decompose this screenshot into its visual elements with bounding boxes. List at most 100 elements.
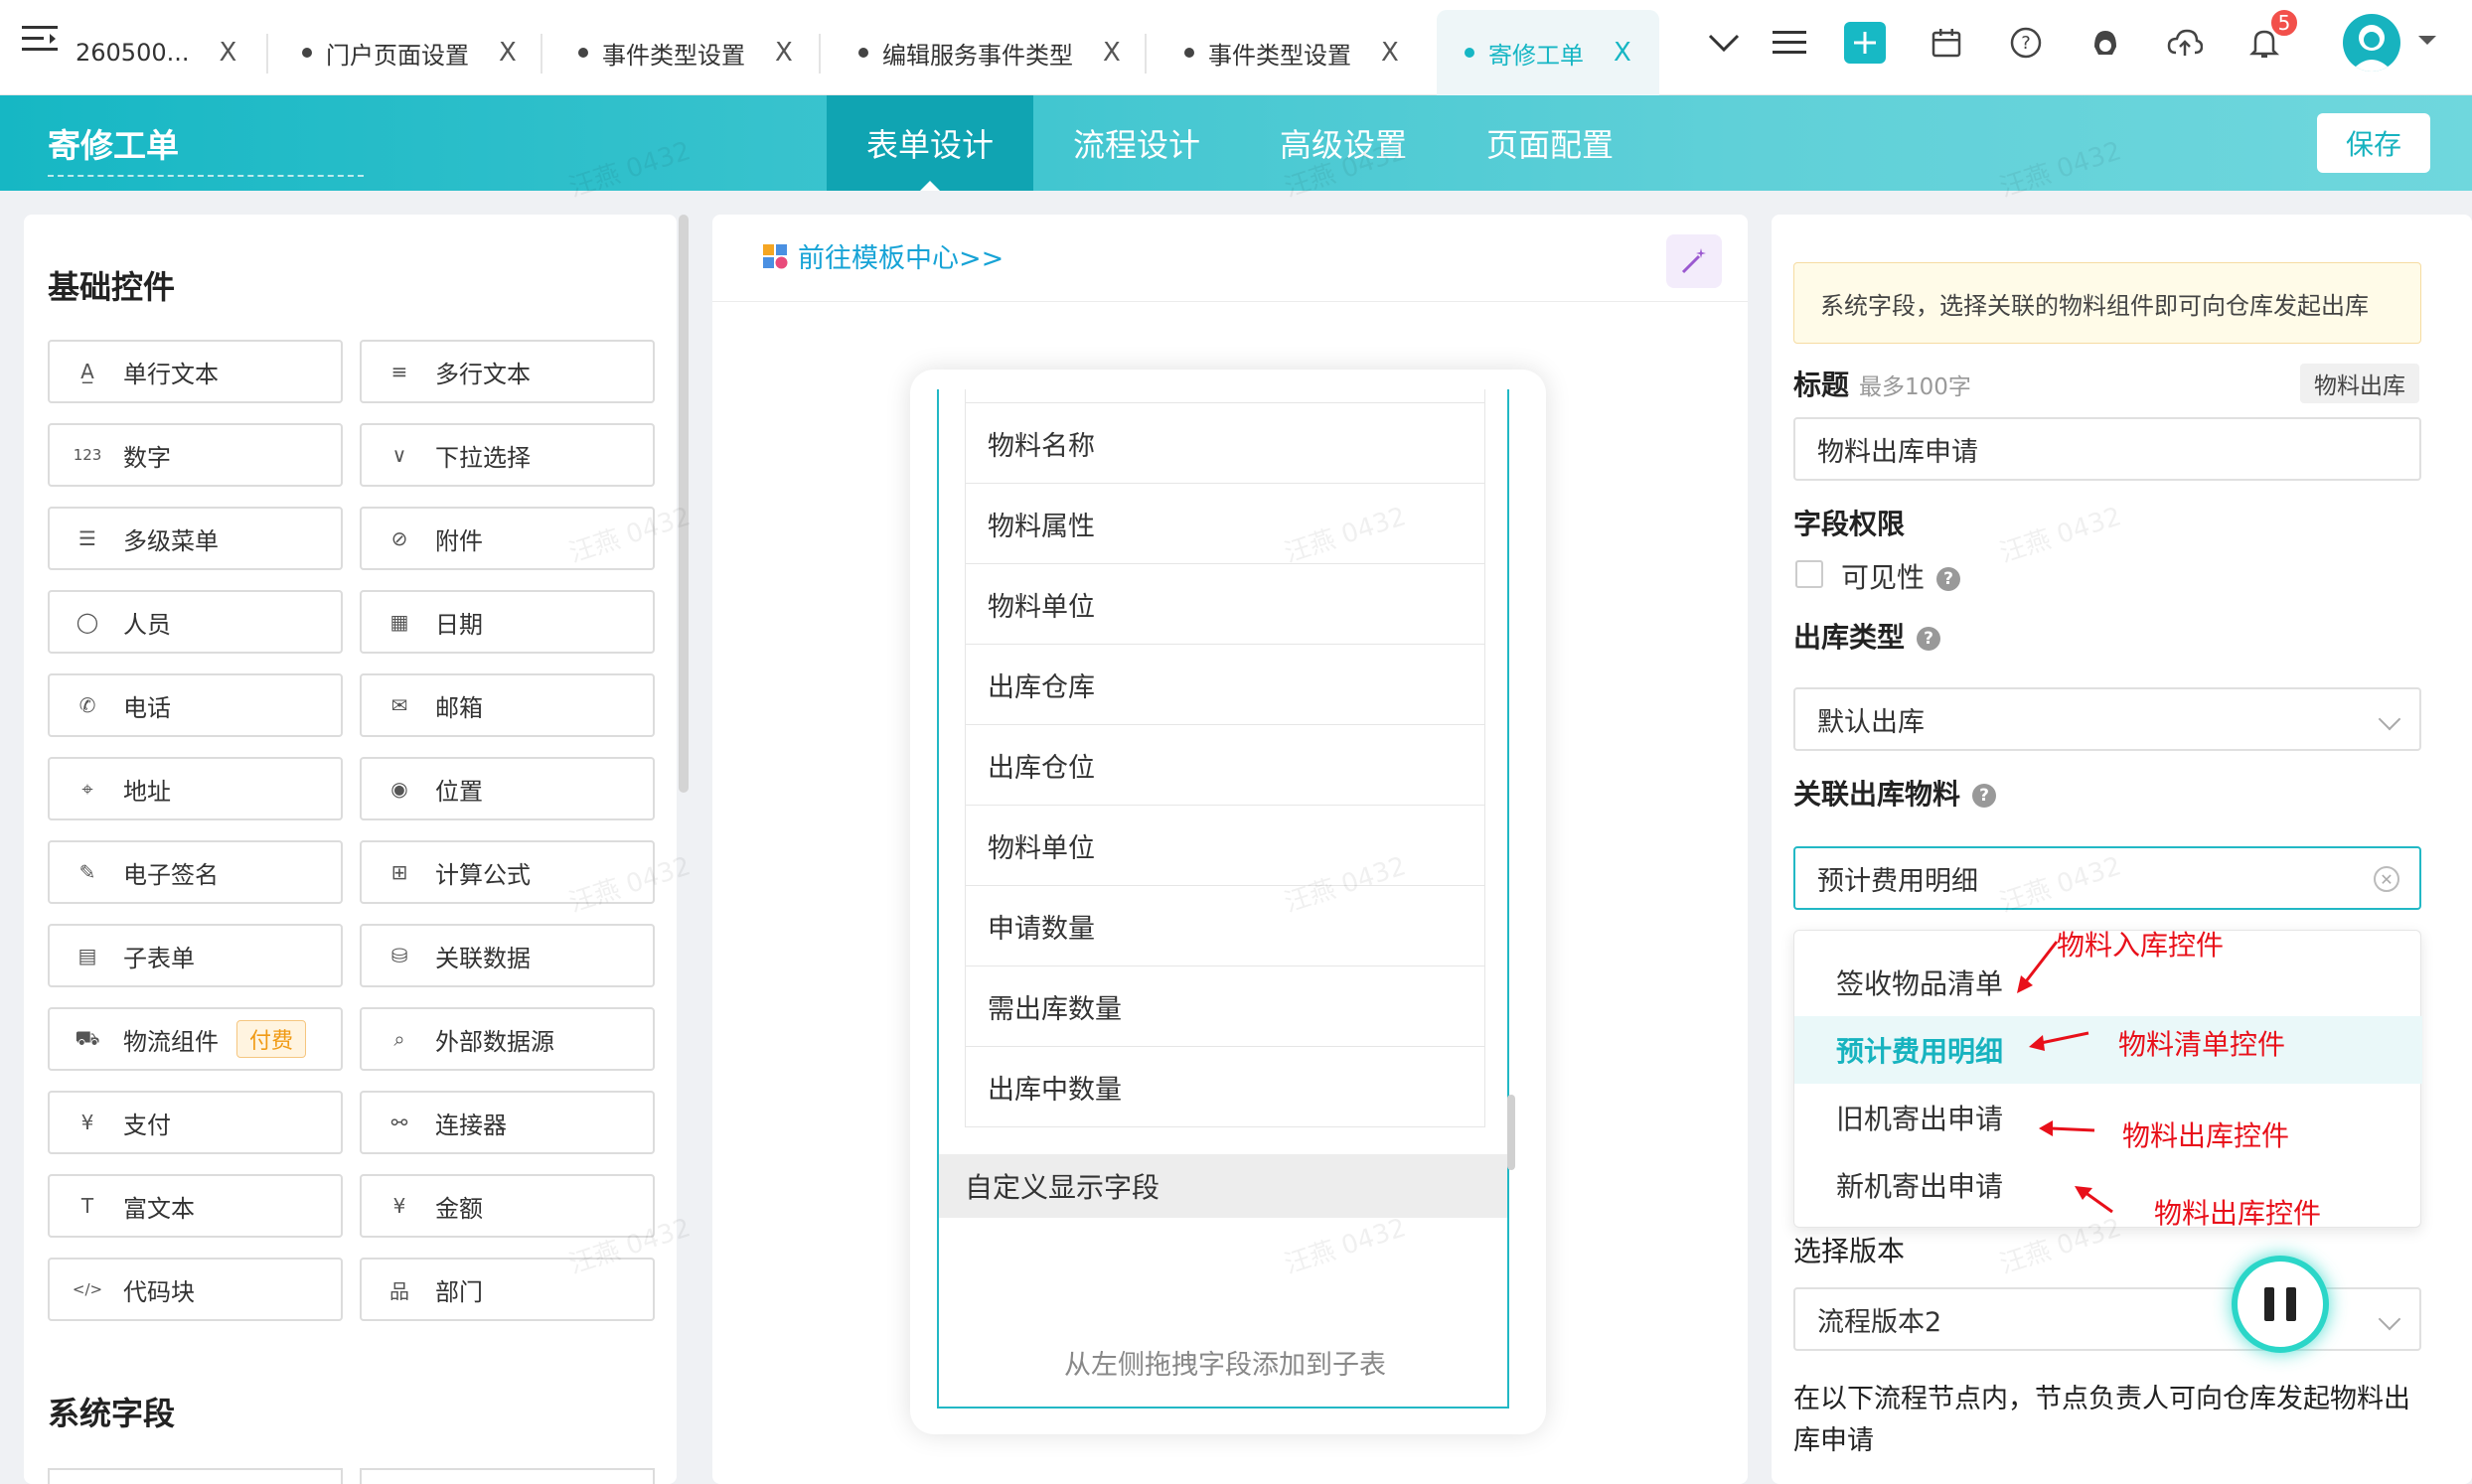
calendar-icon[interactable] (1926, 22, 1967, 64)
subform-field-row[interactable]: 出库中数量 (965, 1047, 1485, 1127)
tab-2[interactable]: 门户页面设置 X (302, 10, 517, 95)
subform-preview[interactable]: 物料名称 物料属性 物料单位 出库仓库 出库仓位 物料单位 申请数量 需出库数量 出库中数量 自… (937, 389, 1509, 1409)
subform-field-row[interactable]: 物料名称 (965, 403, 1485, 484)
control-location-pin[interactable]: ◉ 位置 (360, 757, 655, 820)
help-icon[interactable]: ? (1936, 567, 1961, 591)
save-button[interactable]: 保存 (2317, 113, 2430, 173)
control-user[interactable]: ◯ 人员 (48, 590, 343, 654)
template-center-link[interactable]: 前往模板中心>> (762, 236, 1004, 275)
tab-label: 事件类型设置 (602, 41, 745, 70)
magic-wand-icon[interactable] (1666, 234, 1722, 288)
form-title[interactable]: 寄修工单 (48, 119, 364, 177)
dropdown-option-selected[interactable]: 预计费用明细 (1794, 1016, 2422, 1084)
visible-label: 可见性? (1841, 556, 1961, 596)
tab-flow-design[interactable]: 流程设计 (1033, 95, 1240, 191)
outbound-type-select[interactable]: 默认出库 (1793, 687, 2421, 751)
drop-hint: 从左侧拖拽字段添加到子表 (1064, 1350, 1386, 1381)
control-label: 位置 (435, 777, 483, 806)
menu-collapse-icon[interactable] (22, 24, 58, 58)
control-multi-line-text[interactable]: ≡ 多行文本 (360, 340, 655, 403)
list-icon: ☰ (78, 526, 96, 550)
tab-label: 门户页面设置 (326, 41, 469, 70)
control-map[interactable]: ⌖ 地址 (48, 757, 343, 820)
control-label: 多级菜单 (123, 526, 219, 555)
control-dropdown[interactable]: ∨ 下拉选择 (360, 423, 655, 487)
close-icon[interactable]: X (1614, 38, 1631, 68)
avatar-dropdown-icon[interactable] (2412, 26, 2442, 56)
database-icon: ⛁ (390, 944, 408, 967)
close-icon[interactable]: X (1381, 38, 1399, 68)
control-label: 物流组件 (123, 1027, 219, 1056)
control-label: 地址 (123, 777, 171, 806)
yen-circle-icon: ¥ (80, 1111, 94, 1134)
control-signature[interactable]: ✎ 电子签名 (48, 840, 343, 904)
control-label: 关联数据 (435, 944, 531, 972)
title-input[interactable]: 物料出库申请 (1793, 417, 2421, 481)
title-label: 标题 最多100字 (1793, 369, 1971, 401)
control-table[interactable]: ▤ 子表单 (48, 924, 343, 987)
control-label: 富文本 (123, 1194, 195, 1223)
help-icon[interactable]: ? (1917, 627, 1941, 651)
subform-field-row[interactable]: 出库仓库 (965, 645, 1485, 725)
control-single-line-text[interactable]: A̲ 单行文本 (48, 340, 343, 403)
close-icon[interactable]: X (220, 38, 237, 68)
control-calendar[interactable]: ▦ 日期 (360, 590, 655, 654)
linked-material-label: 关联出库物料? (1793, 773, 1997, 813)
tab-1[interactable]: 260500... X (76, 10, 236, 95)
dropdown-option[interactable]: 旧机寄出申请 (1794, 1084, 2422, 1151)
control-yen-circle[interactable]: ¥ 支付 (48, 1091, 343, 1154)
paid-badge: 付费 (236, 1020, 307, 1058)
control-label: 电子签名 (123, 860, 219, 889)
control-label: 单行文本 (123, 360, 219, 388)
subform-field-row[interactable]: 出库仓位 (965, 725, 1485, 806)
tab-3[interactable]: 事件类型设置 X (578, 10, 793, 95)
control-label: 代码块 (123, 1277, 195, 1306)
cloud-upload-icon[interactable] (2164, 22, 2206, 64)
close-icon[interactable]: X (775, 38, 793, 68)
calendar-icon: ▦ (389, 610, 409, 634)
visible-checkbox[interactable] (1795, 560, 1823, 588)
add-icon[interactable] (1844, 22, 1886, 64)
outbound-type-label: 出库类型? (1793, 616, 1941, 656)
control-database[interactable]: ⛁ 关联数据 (360, 924, 655, 987)
help-icon[interactable]: ? (2005, 22, 2047, 64)
clear-icon[interactable]: ✕ (2374, 866, 2399, 892)
org-chart-icon: 品 (389, 1278, 409, 1303)
control-label: 电话 (123, 693, 171, 722)
control-number[interactable]: 123 数字 (48, 423, 343, 487)
map-icon: ⌖ (81, 777, 93, 801)
customer-service-icon[interactable] (2085, 22, 2126, 64)
scrollbar[interactable] (1507, 1095, 1515, 1170)
control-truck[interactable]: ⛟ 物流组件 付费 (48, 1007, 343, 1071)
subform-field-row[interactable]: 需出库数量 (965, 966, 1485, 1047)
chevron-down-icon[interactable] (1703, 22, 1745, 64)
tab-label: 事件类型设置 (1208, 41, 1351, 70)
help-icon[interactable]: ? (1972, 784, 1997, 808)
control-connector[interactable]: ⚯ 连接器 (360, 1091, 655, 1154)
control-external-data[interactable]: ⌕ 外部数据源 (360, 1007, 655, 1071)
tab-form-design[interactable]: 表单设计 (827, 95, 1033, 191)
paperclip-icon: ⊘ (390, 526, 408, 550)
close-icon[interactable]: X (1103, 38, 1121, 68)
control-code[interactable]: </> 代码块 (48, 1258, 343, 1321)
control-yen-circle[interactable]: ¥ 金额 (360, 1174, 655, 1238)
control-rich-text[interactable]: T 富文本 (48, 1174, 343, 1238)
pause-button[interactable] (2232, 1256, 2329, 1353)
tab-6-active[interactable]: 寄修工单 X (1437, 10, 1659, 95)
subform-field-row[interactable]: 申请数量 (965, 886, 1485, 966)
control-phone[interactable]: ✆ 电话 (48, 673, 343, 737)
avatar[interactable] (2343, 14, 2400, 72)
tab-5[interactable]: 事件类型设置 X (1184, 10, 1399, 95)
annotation-arrow-icon (2017, 941, 2059, 993)
close-icon[interactable]: X (499, 38, 517, 68)
list-menu-icon[interactable] (1769, 22, 1810, 64)
tab-4[interactable]: 编辑服务事件类型 X (858, 10, 1121, 95)
phone-icon: ✆ (78, 693, 96, 717)
subform-field-row[interactable]: 物料单位 (965, 564, 1485, 645)
control-mail[interactable]: ✉ 邮箱 (360, 673, 655, 737)
custom-display-fields[interactable]: 自定义显示字段 (939, 1154, 1507, 1218)
tab-page-config[interactable]: 页面配置 (1447, 95, 1653, 191)
chevron-down-icon (2378, 1307, 2401, 1331)
control-list[interactable]: ☰ 多级菜单 (48, 507, 343, 570)
tab-dot-icon (858, 48, 868, 58)
